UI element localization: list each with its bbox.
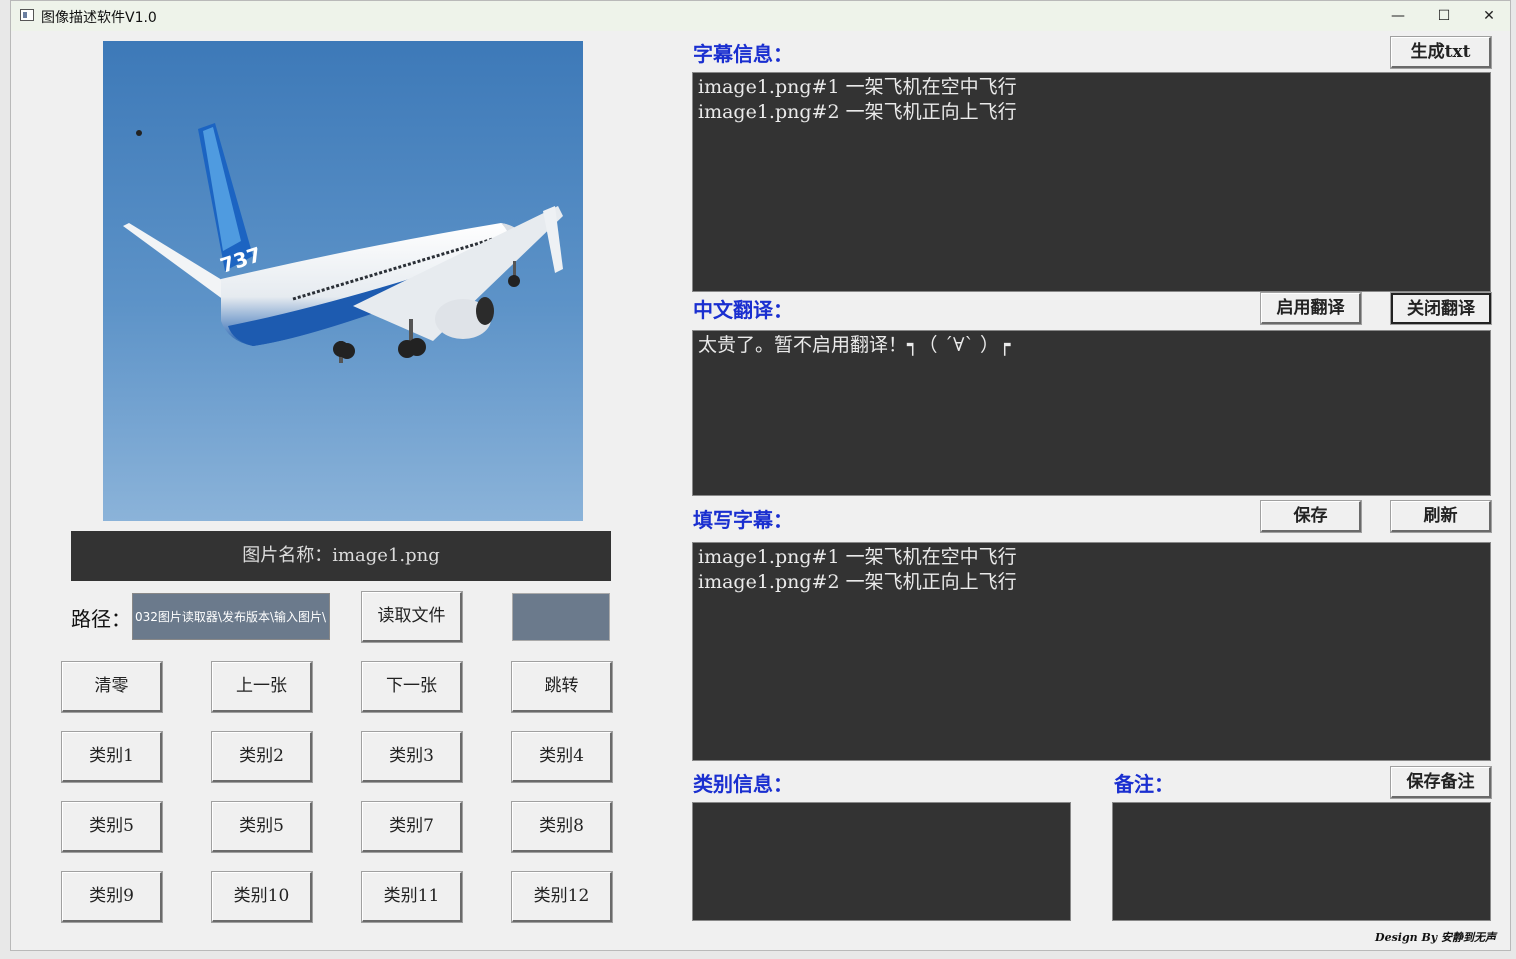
enable-translation-button[interactable]: 启用翻译 bbox=[1261, 293, 1361, 324]
category-button-10[interactable]: 类别10 bbox=[212, 872, 312, 922]
app-window: 图像描述软件V1.0 — ☐ ✕ 737 图片名称：image1.png 路径：… bbox=[10, 0, 1511, 951]
previous-button[interactable]: 上一张 bbox=[212, 662, 312, 712]
caption-info-box[interactable]: image1.png#1 一架飞机在空中飞行 image1.png#2 一架飞机… bbox=[692, 72, 1491, 292]
jump-button[interactable]: 跳转 bbox=[512, 662, 612, 712]
category-info-box[interactable] bbox=[692, 802, 1071, 921]
category-info-heading: 类别信息： bbox=[693, 772, 793, 796]
image-preview: 737 bbox=[103, 41, 583, 521]
category-button-7[interactable]: 类别7 bbox=[362, 802, 462, 852]
color-swatch bbox=[512, 593, 610, 641]
path-label: 路径： bbox=[71, 607, 131, 631]
fill-caption-heading: 填写字幕： bbox=[693, 508, 793, 532]
disable-translation-button[interactable]: 关闭翻译 bbox=[1391, 293, 1491, 324]
category-button-9[interactable]: 类别9 bbox=[62, 872, 162, 922]
translation-box[interactable]: 太贵了。暂不启用翻译！┑（ ´∀` ）┍ bbox=[692, 330, 1491, 496]
close-button[interactable]: ✕ bbox=[1466, 1, 1512, 31]
caption-info-heading: 字幕信息： bbox=[693, 42, 793, 66]
category-button-8[interactable]: 类别8 bbox=[512, 802, 612, 852]
airplane-photo: 737 bbox=[103, 41, 583, 521]
path-field-value: \032图片读取器\发布版本\输入图片 bbox=[135, 610, 327, 624]
image-name-bar: 图片名称：image1.png bbox=[71, 531, 611, 581]
category-button-12[interactable]: 类别12 bbox=[512, 872, 612, 922]
category-button-11[interactable]: 类别11 bbox=[362, 872, 462, 922]
credit-text: Design By 安静到无声 bbox=[1375, 931, 1496, 944]
notes-box[interactable] bbox=[1112, 802, 1491, 921]
category-button-4[interactable]: 类别4 bbox=[512, 732, 612, 782]
category-button-2[interactable]: 类别2 bbox=[212, 732, 312, 782]
translation-heading: 中文翻译： bbox=[693, 298, 793, 322]
read-file-button[interactable]: 读取文件 bbox=[362, 592, 462, 642]
title-bar: 图像描述软件V1.0 — ☐ ✕ bbox=[11, 1, 1510, 31]
generate-txt-button[interactable]: 生成txt bbox=[1391, 37, 1491, 68]
window-title: 图像描述软件V1.0 bbox=[41, 10, 157, 26]
category-button-5[interactable]: 类别5 bbox=[62, 802, 162, 852]
refresh-button[interactable]: 刷新 bbox=[1391, 501, 1491, 532]
save-notes-button[interactable]: 保存备注 bbox=[1391, 767, 1491, 798]
category-button-6[interactable]: 类别5 bbox=[212, 802, 312, 852]
fill-caption-box[interactable]: image1.png#1 一架飞机在空中飞行 image1.png#2 一架飞机… bbox=[692, 542, 1491, 761]
path-field[interactable]: \032图片读取器\发布版本\输入图片 bbox=[132, 593, 330, 640]
save-caption-button[interactable]: 保存 bbox=[1261, 501, 1361, 532]
category-button-3[interactable]: 类别3 bbox=[362, 732, 462, 782]
clear-button[interactable]: 清零 bbox=[62, 662, 162, 712]
app-icon bbox=[20, 9, 34, 21]
minimize-button[interactable]: — bbox=[1375, 1, 1421, 31]
next-button[interactable]: 下一张 bbox=[362, 662, 462, 712]
notes-heading: 备注： bbox=[1114, 772, 1174, 796]
maximize-button[interactable]: ☐ bbox=[1421, 1, 1467, 31]
category-button-1[interactable]: 类别1 bbox=[62, 732, 162, 782]
